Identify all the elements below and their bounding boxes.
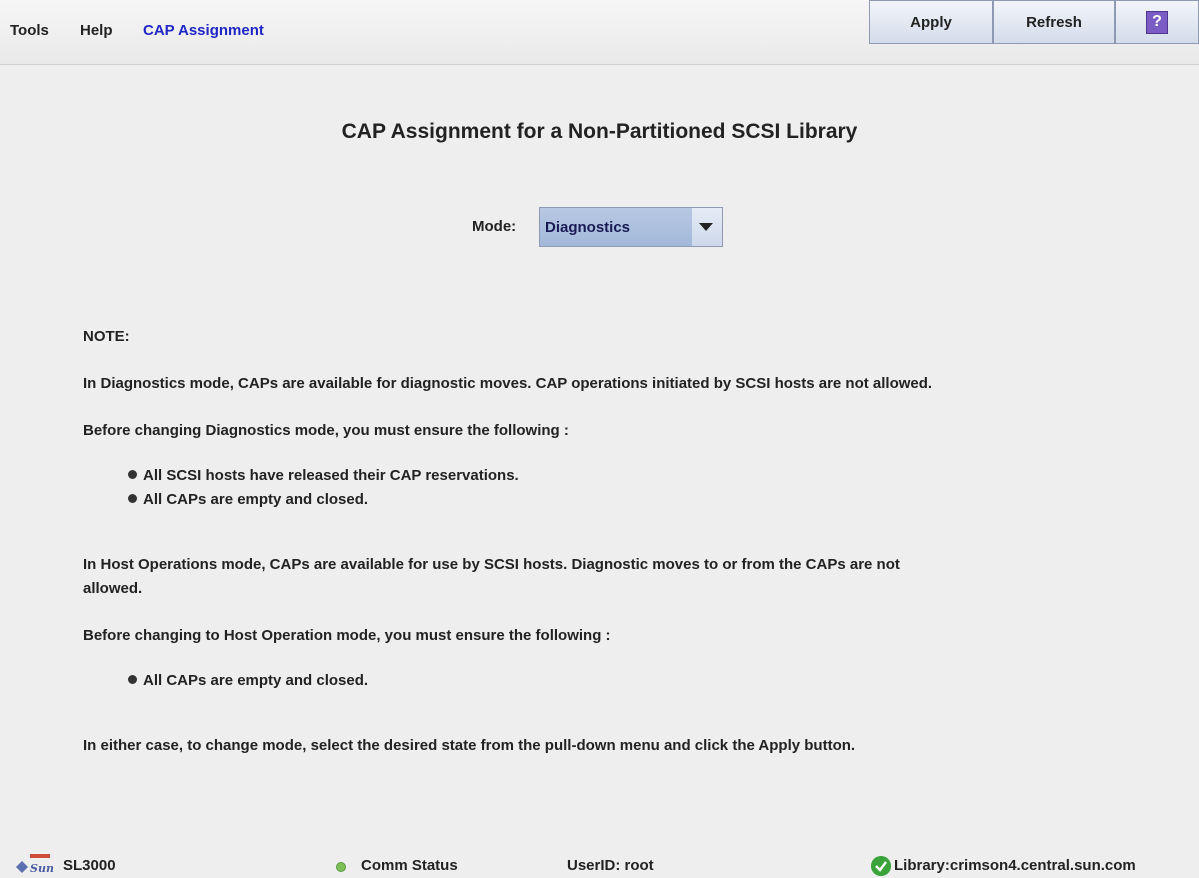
host-ops-description-cont: allowed. [83,580,143,597]
comm-status-icon [336,862,346,872]
sun-logo-icon: Sun [16,854,54,875]
library-status: Library:crimson4.central.sun.com [894,857,1136,874]
toolbar: Tools Help CAP Assignment Apply Refresh … [0,0,1199,65]
apply-button[interactable]: Apply [869,0,993,44]
menu-tools[interactable]: Tools [10,22,49,39]
mode-select[interactable]: Diagnostics [539,207,723,247]
list-item: All CAPs are empty and closed. [128,672,368,689]
comm-status-label: Comm Status [361,857,458,874]
host-ops-prerequisite: Before changing to Host Operation mode, … [83,627,611,644]
menu-cap-assignment[interactable]: CAP Assignment [143,22,264,39]
bullet-icon [128,494,137,503]
help-icon: ? [1146,10,1168,34]
menu-help[interactable]: Help [80,22,113,39]
user-id: UserID: root [567,857,654,874]
host-ops-description: In Host Operations mode, CAPs are availa… [83,556,900,573]
page-title: CAP Assignment for a Non-Partitioned SCS… [341,120,858,143]
diagnostics-prerequisite: Before changing Diagnostics mode, you mu… [83,422,569,439]
checkmark-icon [871,856,891,876]
mode-label: Mode: [472,218,517,235]
refresh-button[interactable]: Refresh [993,0,1115,44]
diagnostics-description: In Diagnostics mode, CAPs are available … [83,375,933,392]
status-bar: Sun SL3000 Comm Status UserID: root Libr… [0,838,1199,878]
list-item: All SCSI hosts have released their CAP r… [128,467,519,484]
list-item: All CAPs are empty and closed. [128,491,368,508]
chevron-down-icon [699,223,713,231]
bullet-icon [128,675,137,684]
help-button[interactable]: ? [1115,0,1199,44]
mode-selected-value: Diagnostics [540,208,692,246]
bullet-icon [128,470,137,479]
note-heading: NOTE: [83,328,130,345]
svg-text:Sun: Sun [30,862,54,875]
product-name: SL3000 [63,857,116,874]
instructions-footer: In either case, to change mode, select t… [83,737,856,754]
